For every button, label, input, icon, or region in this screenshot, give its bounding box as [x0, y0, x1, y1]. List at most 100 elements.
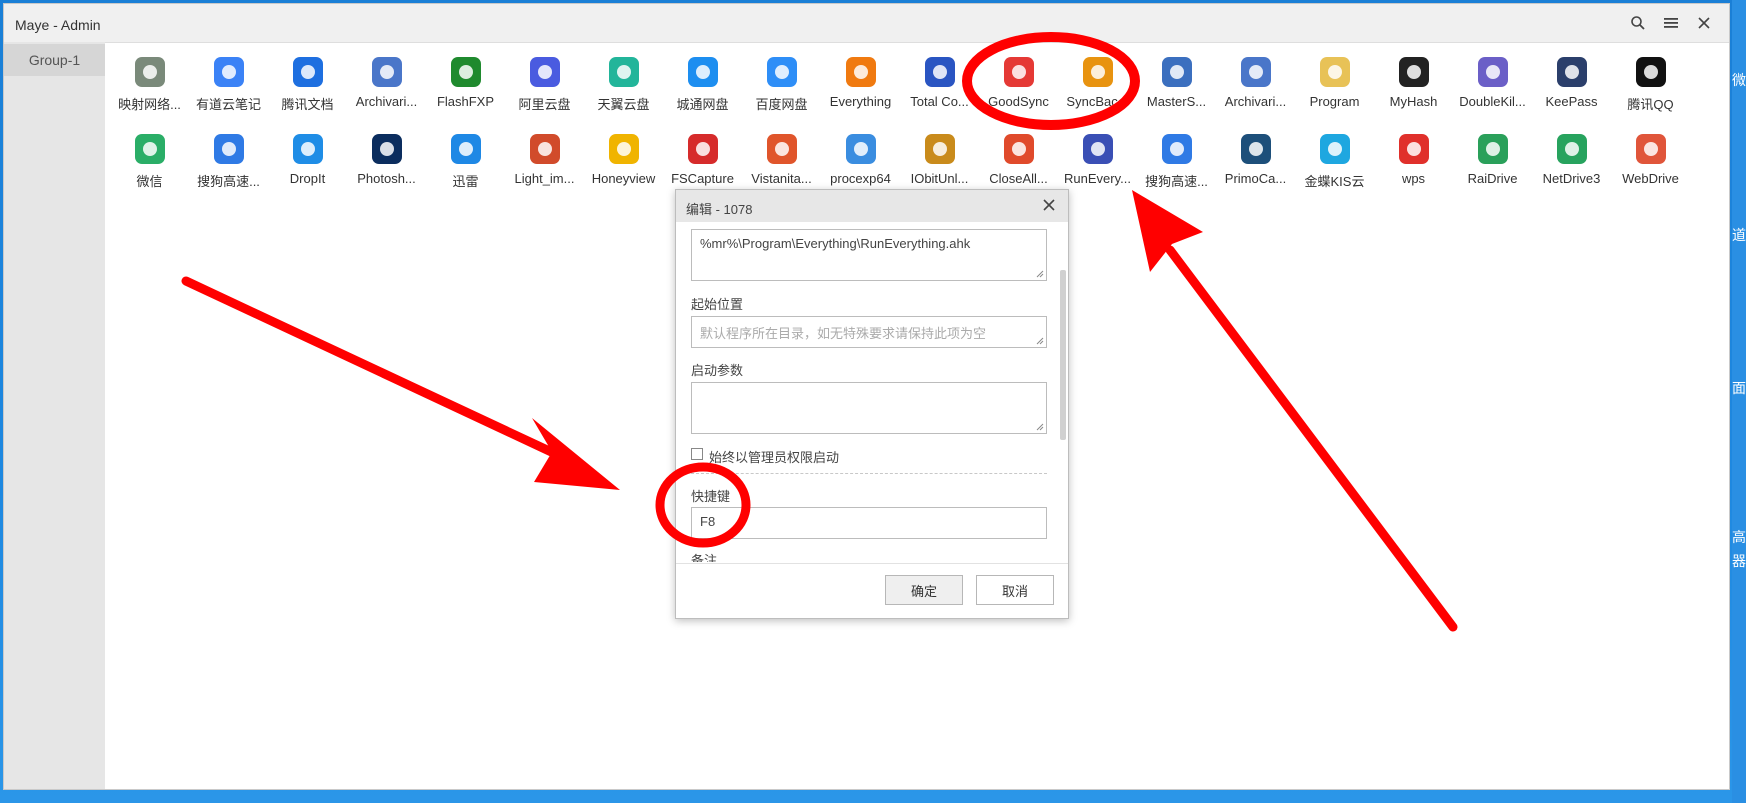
menu-icon[interactable]: [1661, 13, 1681, 33]
search-icon[interactable]: [1628, 13, 1648, 33]
dialog-scrollbar[interactable]: [1060, 270, 1066, 440]
archivarius-icon: [1238, 54, 1274, 90]
resize-grip-icon[interactable]: [1036, 270, 1044, 278]
group-sidebar: Group-1: [4, 42, 105, 789]
app-tile[interactable]: Archivari...: [347, 52, 426, 124]
app-tile[interactable]: wps: [1374, 129, 1453, 201]
path-textarea[interactable]: %mr%\Program\Everything\RunEverything.ah…: [691, 229, 1047, 281]
resize-grip-icon[interactable]: [1036, 337, 1044, 345]
app-label: WebDrive: [1622, 171, 1679, 186]
flashfxp-icon: [448, 54, 484, 90]
app-label: 映射网络...: [118, 97, 181, 112]
app-tile[interactable]: KeePass: [1532, 52, 1611, 124]
path-value: %mr%\Program\Everything\RunEverything.ah…: [700, 236, 971, 251]
app-label: 搜狗高速...: [1145, 174, 1208, 189]
dialog-footer: 确定 取消: [676, 563, 1068, 618]
raidrive-icon: [1475, 131, 1511, 167]
app-tile[interactable]: Total Co...: [900, 52, 979, 124]
desktop-background: [1732, 0, 1746, 803]
hotkey-value: F8: [700, 514, 716, 529]
app-tile[interactable]: 微信: [110, 129, 189, 201]
app-tile[interactable]: PrimoCa...: [1216, 129, 1295, 201]
cancel-button[interactable]: 取消: [976, 575, 1054, 605]
app-tile[interactable]: NetDrive3: [1532, 129, 1611, 201]
app-tile[interactable]: MyHash: [1374, 52, 1453, 124]
app-label: Vistanita...: [751, 171, 812, 186]
app-tile[interactable]: 天翼云盘: [584, 52, 663, 124]
app-tile[interactable]: 腾讯文档: [268, 52, 347, 124]
args-label: 启动参数: [691, 363, 744, 378]
app-tile[interactable]: 搜狗高速...: [189, 129, 268, 201]
app-tile[interactable]: 迅雷: [426, 129, 505, 201]
app-tile[interactable]: WebDrive: [1611, 129, 1690, 201]
resize-grip-icon[interactable]: [1036, 423, 1044, 431]
app-tile[interactable]: FlashFXP: [426, 52, 505, 124]
close-icon[interactable]: [1694, 13, 1714, 33]
desktop-label: 高: [1732, 530, 1746, 546]
youdao-note-icon: [211, 54, 247, 90]
wps-icon: [1396, 131, 1432, 167]
app-tile[interactable]: DropIt: [268, 129, 347, 201]
app-label: FSCapture: [671, 171, 734, 186]
hotkey-input[interactable]: F8: [691, 507, 1047, 539]
app-label: MyHash: [1389, 94, 1438, 109]
app-tile[interactable]: GoodSync: [979, 52, 1058, 124]
honeyview-icon: [606, 131, 642, 167]
app-tile[interactable]: Honeyview: [584, 129, 663, 201]
app-label: CloseAll...: [989, 171, 1048, 186]
args-textarea[interactable]: [691, 382, 1047, 434]
app-tile[interactable]: Everything: [821, 52, 900, 124]
everything-search-icon: [843, 54, 879, 90]
process-explorer-icon: [843, 131, 879, 167]
app-tile[interactable]: 映射网络...: [110, 52, 189, 124]
fscapture-icon: [685, 131, 721, 167]
app-tile[interactable]: Archivari...: [1216, 52, 1295, 124]
app-tile[interactable]: RunEvery...: [1058, 129, 1137, 201]
sidebar-item-group-1[interactable]: Group-1: [4, 44, 105, 76]
app-label: Total Co...: [910, 94, 969, 109]
app-label: Photosh...: [357, 171, 416, 186]
app-tile[interactable]: DoubleKil...: [1453, 52, 1532, 124]
app-label: 百度网盘: [755, 97, 808, 112]
wechat-icon: [132, 131, 168, 167]
desktop-label: 道: [1732, 228, 1746, 244]
divider: [691, 473, 1047, 474]
dialog-header[interactable]: 编辑 - 1078: [676, 190, 1068, 222]
ok-button[interactable]: 确定: [885, 575, 963, 605]
app-label: 迅雷: [452, 174, 479, 189]
start-dir-input[interactable]: 默认程序所在目录，如无特殊要求请保持此项为空: [691, 316, 1047, 348]
app-tile[interactable]: Program: [1295, 52, 1374, 124]
app-label: wps: [1401, 171, 1426, 186]
app-tile[interactable]: MasterS...: [1137, 52, 1216, 124]
myhash-icon: [1396, 54, 1432, 90]
app-tile[interactable]: Light_im...: [505, 129, 584, 201]
app-label: 天翼云盘: [597, 97, 650, 112]
app-tile[interactable]: 城通网盘: [663, 52, 742, 124]
app-tile[interactable]: 百度网盘: [742, 52, 821, 124]
syncbackpro-icon: [1080, 54, 1116, 90]
dropit-icon: [290, 131, 326, 167]
app-label: MasterS...: [1146, 94, 1207, 109]
mastersync-icon: [1159, 54, 1195, 90]
app-tile[interactable]: 阿里云盘: [505, 52, 584, 124]
app-label: Archivari...: [1224, 94, 1287, 109]
app-label: 腾讯文档: [281, 97, 334, 112]
app-label: 城通网盘: [676, 97, 729, 112]
title-bar[interactable]: Maye - Admin: [4, 4, 1729, 43]
app-tile[interactable]: 金蝶KIS云: [1295, 129, 1374, 201]
dialog-close-icon[interactable]: [1040, 196, 1058, 214]
app-tile[interactable]: 腾讯QQ: [1611, 52, 1690, 124]
app-label: NetDrive3: [1542, 171, 1601, 186]
app-tile[interactable]: 有道云笔记: [189, 52, 268, 124]
note-label: 备注: [691, 553, 718, 562]
ctfile-icon: [685, 54, 721, 90]
app-tile[interactable]: 搜狗高速...: [1137, 129, 1216, 201]
app-tile[interactable]: Photosh...: [347, 129, 426, 201]
app-tile[interactable]: SyncBac...: [1058, 52, 1137, 124]
app-tile[interactable]: RaiDrive: [1453, 129, 1532, 201]
app-label: GoodSync: [988, 94, 1049, 109]
admin-checkbox-label: 始终以管理员权限启动: [709, 450, 840, 465]
start-dir-placeholder: 默认程序所在目录，如无特殊要求请保持此项为空: [700, 326, 987, 341]
app-label: DoubleKil...: [1459, 94, 1526, 109]
admin-checkbox[interactable]: [691, 448, 703, 460]
